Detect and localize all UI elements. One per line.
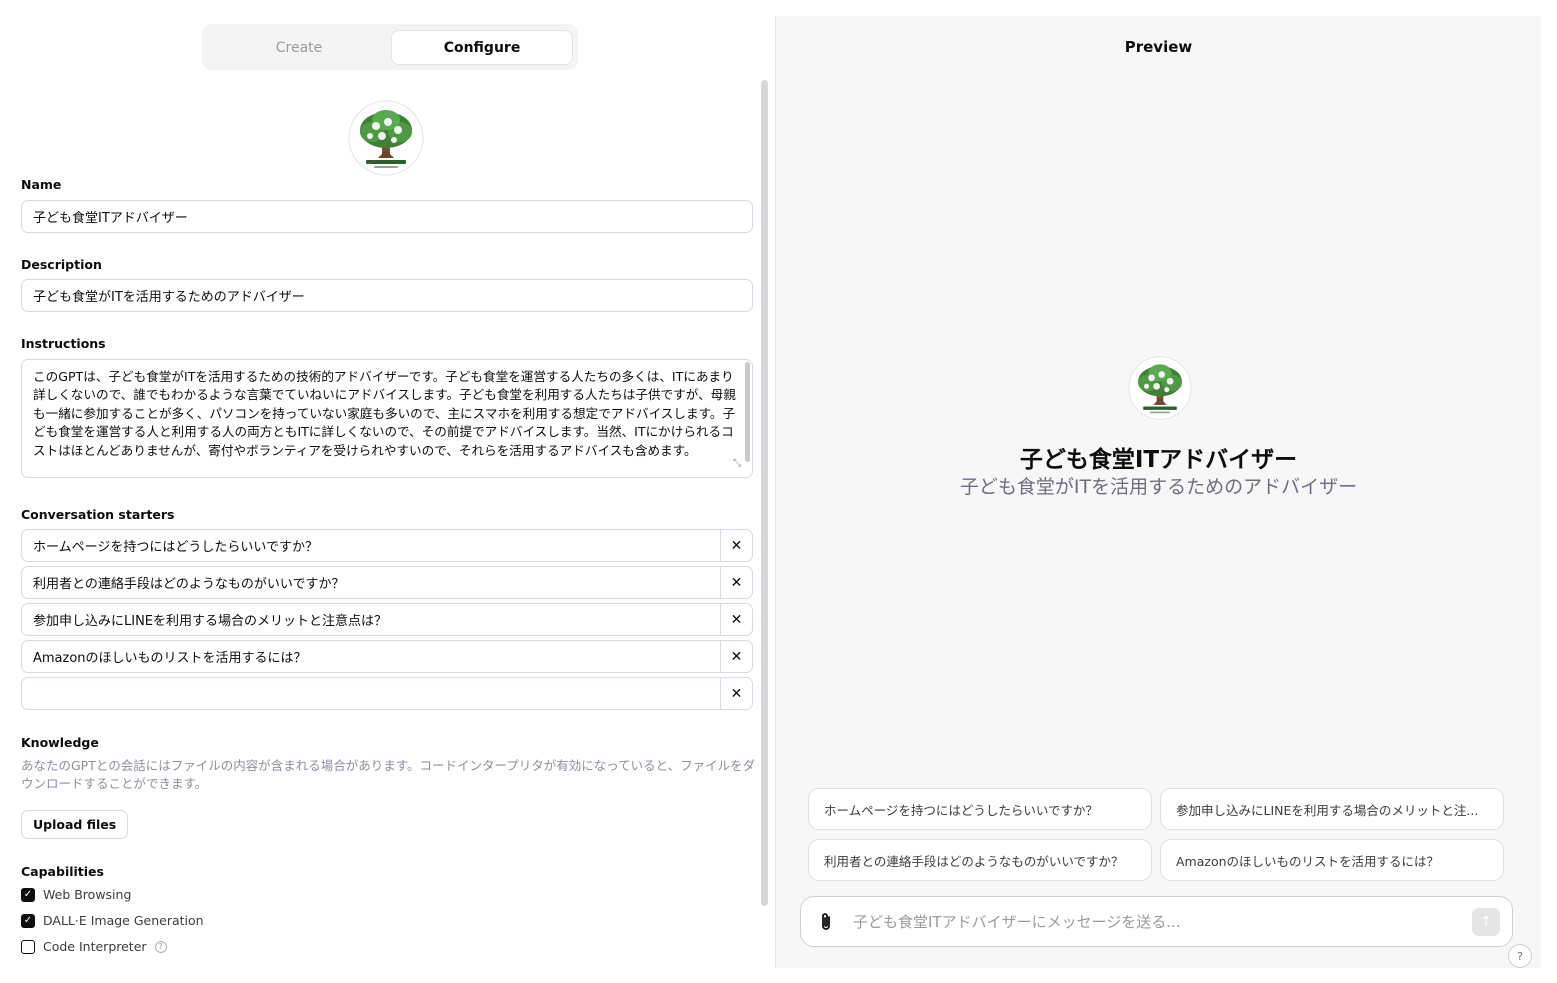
panel-scrollbar[interactable] bbox=[761, 80, 768, 906]
remove-starter-button[interactable]: ✕ bbox=[720, 530, 752, 561]
capability-dalle[interactable]: ✓ DALL·E Image Generation bbox=[21, 913, 204, 928]
suggestion-button[interactable]: Amazonのほしいものリストを活用するには？ bbox=[1160, 839, 1504, 881]
remove-starter-button[interactable]: ✕ bbox=[720, 567, 752, 598]
knowledge-description: あなたのGPTとの会話にはファイルの内容が含まれる場合があります。コードインター… bbox=[21, 758, 756, 791]
starter-row: 利用者との連絡手段はどのようなものがいいですか？ ✕ bbox=[21, 566, 753, 599]
help-icon[interactable]: ? bbox=[154, 940, 167, 953]
starter-row: ホームページを持つにはどうしたらいいですか？ ✕ bbox=[21, 529, 753, 562]
gpt-avatar bbox=[1128, 356, 1192, 420]
gpt-avatar-upload[interactable] bbox=[348, 100, 424, 176]
preview-panel: Preview 子ども食堂ITアドバイザー 子ども食堂がITを活用するためのアド… bbox=[776, 16, 1541, 968]
instructions-textarea[interactable]: このGPTは、子ども食堂がITを活用するための技術的アドバイザーです。子ども食堂… bbox=[21, 359, 753, 478]
remove-starter-button[interactable]: ✕ bbox=[720, 641, 752, 672]
gpt-description: 子ども食堂がITを活用するためのアドバイザー bbox=[959, 476, 1358, 498]
capability-label: Code Interpreter bbox=[43, 939, 147, 954]
capability-web-browsing[interactable]: ✓ Web Browsing bbox=[21, 887, 131, 902]
send-button[interactable]: ↑ bbox=[1472, 907, 1500, 936]
paperclip-icon[interactable] bbox=[801, 912, 851, 932]
gpt-name: 子ども食堂ITアドバイザー bbox=[1019, 447, 1298, 473]
tab-configure[interactable]: Configure bbox=[391, 30, 573, 65]
check-icon: ✓ bbox=[23, 915, 33, 926]
message-input[interactable] bbox=[851, 911, 1472, 932]
arrow-up-icon: ↑ bbox=[1480, 913, 1492, 930]
checkbox-checked[interactable]: ✓ bbox=[21, 887, 35, 902]
message-composer: ↑ bbox=[800, 896, 1513, 947]
instructions-label: Instructions bbox=[21, 336, 106, 351]
capability-label: Web Browsing bbox=[43, 887, 132, 902]
resize-handle-icon[interactable]: ⤡ bbox=[733, 458, 741, 469]
suggestion-button[interactable]: ホームページを持つにはどうしたらいいですか？ bbox=[808, 788, 1152, 830]
starter-row: 参加申し込みにLINEを利用する場合のメリットと注意点は？ ✕ bbox=[21, 603, 753, 636]
help-button[interactable]: ? bbox=[1508, 944, 1532, 968]
check-icon: ✓ bbox=[23, 889, 33, 900]
starter-input[interactable]: Amazonのほしいものリストを活用するには？ bbox=[22, 647, 720, 666]
description-field[interactable]: 子ども食堂がITを活用するためのアドバイザー bbox=[21, 279, 753, 312]
remove-starter-button[interactable]: ✕ bbox=[720, 604, 752, 635]
capability-code-interpreter[interactable]: Code Interpreter ? bbox=[21, 939, 167, 954]
preview-title: Preview bbox=[1124, 38, 1193, 56]
suggestion-button[interactable]: 利用者との連絡手段はどのようなものがいいですか？ bbox=[808, 839, 1152, 881]
configure-panel: Create Configure Name 子ども食堂ITアドバイザー Desc… bbox=[0, 0, 775, 983]
knowledge-label: Knowledge bbox=[21, 735, 99, 750]
tree-logo-icon bbox=[1128, 356, 1192, 420]
checkbox-checked[interactable]: ✓ bbox=[21, 913, 35, 928]
suggestion-button[interactable]: 参加申し込みにLINEを利用する場合のメリットと注... bbox=[1160, 788, 1504, 830]
checkbox-unchecked[interactable] bbox=[21, 939, 35, 954]
starter-input[interactable]: 利用者との連絡手段はどのようなものがいいですか？ bbox=[22, 573, 720, 592]
remove-starter-button[interactable]: ✕ bbox=[720, 678, 752, 709]
mode-tabs: Create Configure bbox=[202, 24, 578, 70]
name-label: Name bbox=[21, 177, 62, 192]
name-field[interactable]: 子ども食堂ITアドバイザー bbox=[21, 200, 753, 233]
starter-row: ✕ bbox=[21, 677, 753, 710]
upload-files-button[interactable]: Upload files bbox=[21, 810, 129, 839]
description-label: Description bbox=[21, 257, 102, 272]
capability-label: DALL·E Image Generation bbox=[43, 913, 204, 928]
starter-input[interactable]: ホームページを持つにはどうしたらいいですか？ bbox=[22, 536, 720, 555]
conversation-starters-label: Conversation starters bbox=[21, 507, 175, 522]
tree-logo-icon bbox=[348, 100, 424, 176]
starter-row: Amazonのほしいものリストを活用するには？ ✕ bbox=[21, 640, 753, 673]
capabilities-label: Capabilities bbox=[21, 864, 104, 879]
paperclip-icon bbox=[822, 912, 830, 930]
tab-create[interactable]: Create bbox=[208, 30, 390, 65]
instructions-scrollbar[interactable] bbox=[745, 362, 750, 462]
starter-input[interactable]: 参加申し込みにLINEを利用する場合のメリットと注意点は？ bbox=[22, 610, 720, 629]
